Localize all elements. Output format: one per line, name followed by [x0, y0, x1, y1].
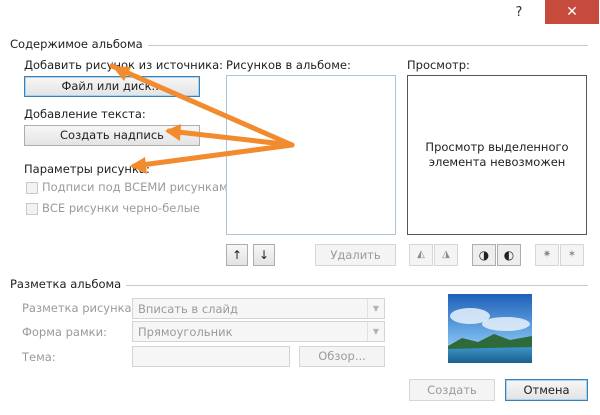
- annotation-arrows: [109, 63, 295, 174]
- arrow-annotation-to-picture-options: [131, 142, 295, 169]
